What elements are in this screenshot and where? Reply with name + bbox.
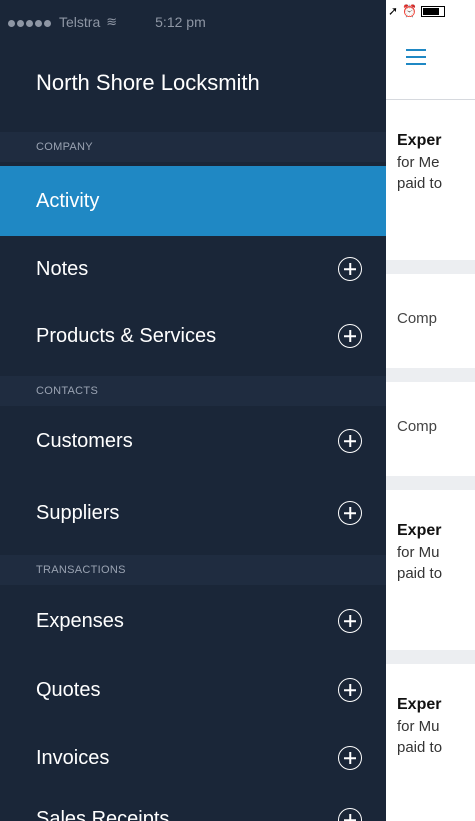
menu-item-label: Products & Services (36, 324, 217, 347)
card-separator (386, 650, 475, 664)
menu-item-products-services[interactable]: Products & Services (0, 302, 386, 370)
add-quote-icon[interactable] (338, 678, 362, 702)
menu-item-quotes[interactable]: Quotes (0, 656, 386, 724)
activity-panel: ➚ ⏰ Exper for Me paid to Comp Comp Exper… (386, 0, 475, 821)
activity-card[interactable]: Exper for Me paid to (386, 100, 475, 260)
card-line: for Me (397, 154, 440, 171)
menu-item-notes[interactable]: Notes (0, 236, 386, 302)
menu-item-activity[interactable]: Activity (0, 166, 386, 236)
company-name: North Shore Locksmith (36, 70, 260, 95)
card-line: paid to (397, 565, 443, 582)
alarm-icon: ⏰ (402, 4, 418, 18)
menu-item-label: Customers (36, 429, 133, 452)
menu-item-suppliers[interactable]: Suppliers (0, 480, 386, 546)
activity-card[interactable]: Comp (386, 274, 475, 368)
menu-item-label: Sales Receipts (36, 808, 170, 821)
add-supplier-icon[interactable] (338, 501, 362, 525)
card-separator (386, 368, 475, 382)
menu-item-label: Expenses (36, 609, 124, 632)
add-note-icon[interactable] (338, 257, 362, 281)
status-time: 5:12 pm (155, 14, 206, 30)
add-product-icon[interactable] (338, 324, 362, 348)
activity-card[interactable]: Comp (386, 382, 475, 476)
card-line: for Mu (397, 718, 440, 735)
add-customer-icon[interactable] (338, 429, 362, 453)
battery-icon (421, 5, 446, 17)
add-invoice-icon[interactable] (338, 746, 362, 770)
menu-item-label: Activity (36, 189, 100, 212)
card-text: Comp (397, 418, 438, 435)
menu-item-sales-receipts[interactable]: Sales Receipts (0, 798, 386, 821)
card-title: Exper (397, 696, 442, 713)
menu-item-label: Invoices (36, 746, 110, 769)
menu-item-customers[interactable]: Customers (0, 408, 386, 474)
section-transactions: TRANSACTIONS (0, 555, 386, 585)
navigation-drawer: Telstra ≋ 5:12 pm North Shore Locksmith … (0, 0, 386, 821)
section-contacts: CONTACTS (0, 376, 386, 406)
menu-item-invoices[interactable]: Invoices (0, 724, 386, 792)
card-title: Exper (397, 132, 442, 149)
signal-icon (8, 14, 53, 30)
section-company: COMPANY (0, 132, 386, 162)
wifi-icon: ≋ (106, 14, 118, 29)
status-bar-right: ➚ ⏰ (386, 0, 475, 22)
card-text: Comp (397, 310, 438, 327)
status-bar: Telstra ≋ 5:12 pm (0, 0, 386, 44)
add-expense-icon[interactable] (338, 609, 362, 633)
menu-item-label: Notes (36, 257, 89, 280)
hamburger-menu-icon[interactable] (406, 49, 426, 65)
activity-card[interactable]: Exper for Mu paid to (386, 490, 475, 650)
location-icon: ➚ (388, 4, 399, 18)
card-line: paid to (397, 739, 443, 756)
activity-card[interactable]: Exper for Mu paid to (386, 664, 475, 821)
menu-item-expenses[interactable]: Expenses (0, 588, 386, 654)
card-line: for Mu (397, 544, 440, 561)
card-line: paid to (397, 175, 443, 192)
menu-item-label: Suppliers (36, 501, 120, 524)
card-separator (386, 260, 475, 274)
carrier-label: Telstra (59, 14, 101, 30)
menu-item-label: Quotes (36, 678, 101, 701)
card-title: Exper (397, 522, 442, 539)
card-separator (386, 476, 475, 490)
top-nav-bar (386, 22, 475, 100)
add-sales-receipt-icon[interactable] (338, 808, 362, 821)
